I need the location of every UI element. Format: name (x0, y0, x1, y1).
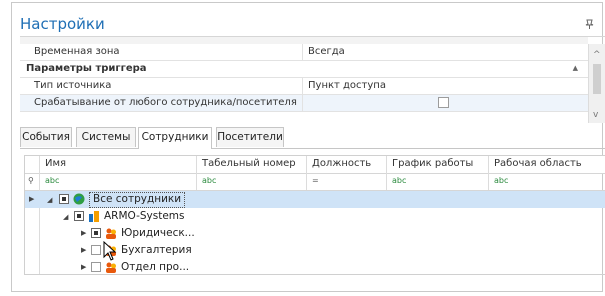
globe-icon (73, 193, 85, 205)
tree-row[interactable]: ▶ Юридическ... (25, 225, 605, 242)
property-grid-scrollbar[interactable]: ^ v (588, 44, 605, 123)
tree-checkbox[interactable] (91, 262, 101, 272)
column-header-position[interactable]: Должность (306, 156, 386, 173)
column-divider (302, 44, 303, 60)
pin-icon[interactable] (585, 19, 594, 32)
tree-checkbox[interactable] (91, 228, 101, 238)
grid-header: Имя Табельный номер Должность График раб… (25, 156, 605, 174)
tab-systems[interactable]: Системы (76, 127, 136, 147)
filter-cell-name[interactable]: abc (39, 173, 196, 190)
any-employee-checkbox[interactable] (438, 97, 449, 108)
property-key: Срабатывание от любого сотрудника/посети… (34, 97, 297, 108)
column-header-workarea[interactable]: Рабочая область (488, 156, 605, 173)
filter-cell-position[interactable]: = (306, 173, 386, 190)
expand-icon[interactable]: ▶ (81, 246, 86, 254)
column-divider (302, 95, 303, 111)
property-value[interactable]: Пункт доступа (308, 80, 386, 91)
filter-cell-schedule[interactable]: abc (386, 173, 488, 190)
department-icon (105, 227, 117, 239)
tab-visitors[interactable]: Посетители (216, 127, 284, 147)
scroll-down-icon[interactable]: v (593, 110, 598, 120)
filter-cell-workarea[interactable]: abc (488, 173, 605, 190)
tree-checkbox[interactable] (74, 211, 84, 221)
tree-checkbox[interactable] (91, 245, 101, 255)
scroll-thumb[interactable] (593, 64, 601, 94)
column-header-schedule[interactable]: График работы (386, 156, 488, 173)
expand-icon[interactable]: ▶ (81, 263, 86, 271)
tree-label: Отдел про... (121, 261, 190, 273)
property-value[interactable]: Всегда (308, 46, 345, 57)
property-key: Тип источника (34, 80, 112, 91)
tab-employees[interactable]: Сотрудники (138, 127, 212, 149)
tree-label: Бухгалтерия (121, 244, 192, 256)
property-category-trigger[interactable]: Параметры триггера ▲ (20, 61, 588, 78)
tree-label: Все сотрудники (89, 192, 186, 208)
panel-title: Настройки (20, 15, 105, 33)
column-header-name[interactable]: Имя (39, 156, 196, 173)
row-indicator-icon: ▶ (29, 195, 35, 203)
collapse-icon[interactable]: ◢ (47, 196, 52, 204)
collapse-icon[interactable]: ▲ (573, 64, 578, 72)
tree-label: ARMO-Systems (104, 210, 185, 222)
mouse-cursor-icon (103, 240, 117, 261)
collapse-icon[interactable]: ◢ (63, 213, 68, 221)
tab-divider (20, 148, 605, 149)
tree-row[interactable]: ▶ Отдел про... (25, 259, 605, 274)
property-row-any-employee[interactable]: Срабатывание от любого сотрудника/посети… (20, 95, 588, 112)
filter-cell-number[interactable]: abc (196, 173, 306, 190)
tree-row[interactable]: ▶ ◢ Все сотрудники (25, 191, 605, 208)
column-header-number[interactable]: Табельный номер (196, 156, 306, 173)
property-row-timezone[interactable]: Временная зона Всегда (20, 44, 588, 61)
category-label: Параметры триггера (26, 63, 147, 74)
filter-row: ⚲ abc abc = abc abc (25, 173, 605, 191)
tree-label: Юридическ... (121, 227, 195, 239)
property-grid: Временная зона Всегда Параметры триггера… (20, 36, 605, 123)
scroll-up-icon[interactable]: ^ (593, 50, 601, 60)
column-divider (302, 78, 303, 94)
tab-events[interactable]: События (20, 127, 72, 147)
property-grid-header (20, 37, 588, 44)
property-key: Временная зона (34, 46, 120, 57)
tree-row[interactable]: ◢ ARMO-Systems (25, 208, 605, 225)
department-icon (105, 261, 117, 273)
company-icon (88, 210, 100, 222)
expand-icon[interactable]: ▶ (81, 229, 86, 237)
property-row-source-type[interactable]: Тип источника Пункт доступа (20, 78, 588, 95)
tree-checkbox[interactable] (59, 194, 69, 204)
